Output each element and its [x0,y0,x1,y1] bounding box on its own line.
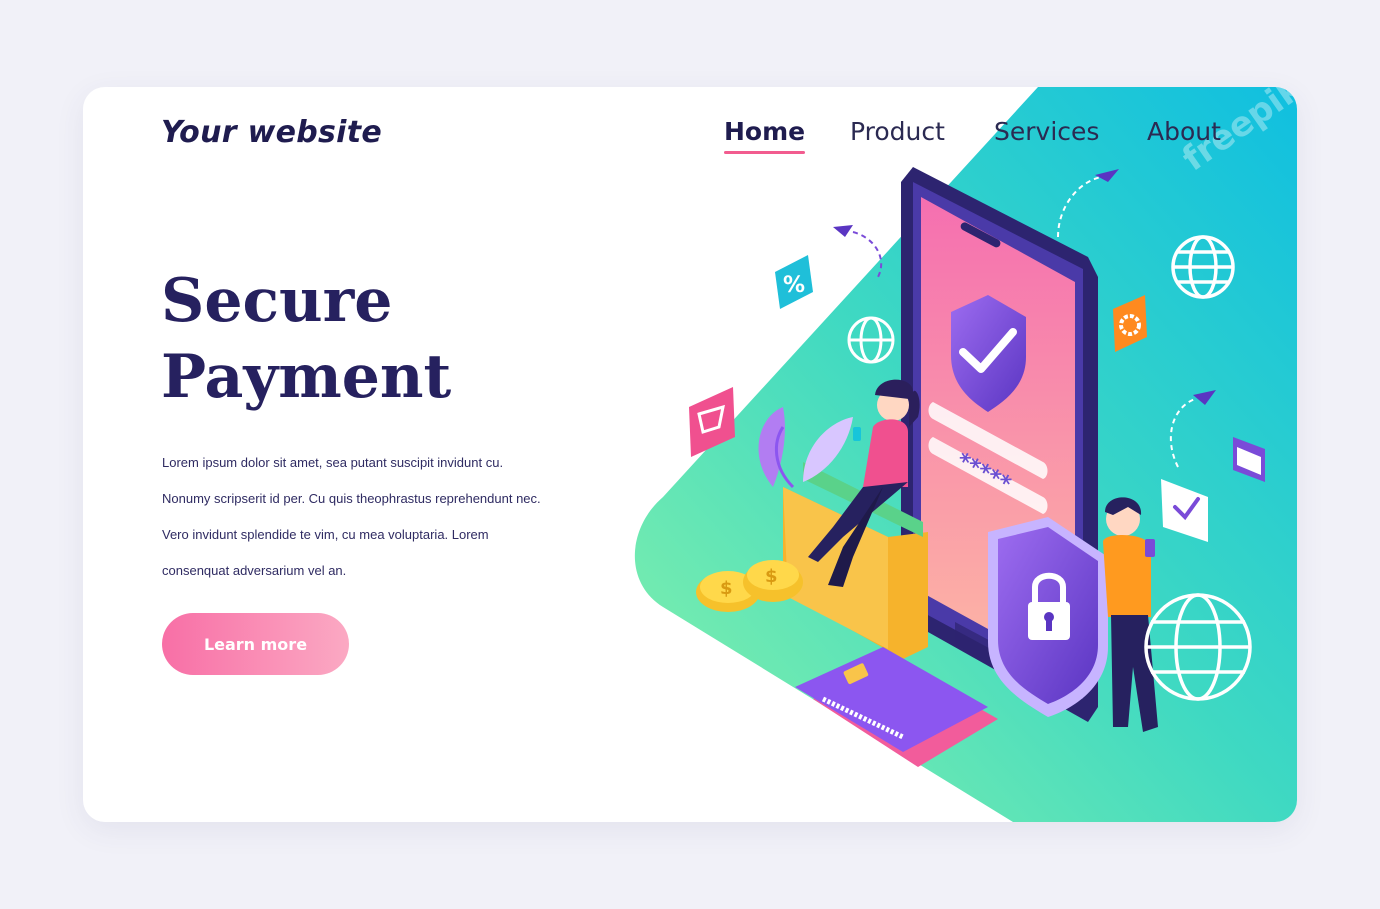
percent-symbol: % [783,273,805,298]
nav-home[interactable]: Home [724,117,806,154]
title-line-1: Secure [161,266,393,336]
main-nav: Home Product Services About [83,117,1297,157]
landing-card: ***** $ $ % freepik Your website Home Pr… [83,87,1297,822]
hero-description: Lorem ipsum dolor sit amet, sea putant s… [162,455,541,578]
learn-more-button[interactable]: Learn more [162,613,349,675]
nav-product[interactable]: Product [850,117,945,146]
coin-symbol: $ [765,566,778,587]
percent-badge-icon: % [775,255,813,309]
page-title: Secure Payment [161,263,451,415]
coin-symbol: $ [720,578,733,599]
nav-services[interactable]: Services [994,117,1099,146]
nav-about[interactable]: About [1147,117,1221,146]
title-line-2: Payment [161,342,452,412]
